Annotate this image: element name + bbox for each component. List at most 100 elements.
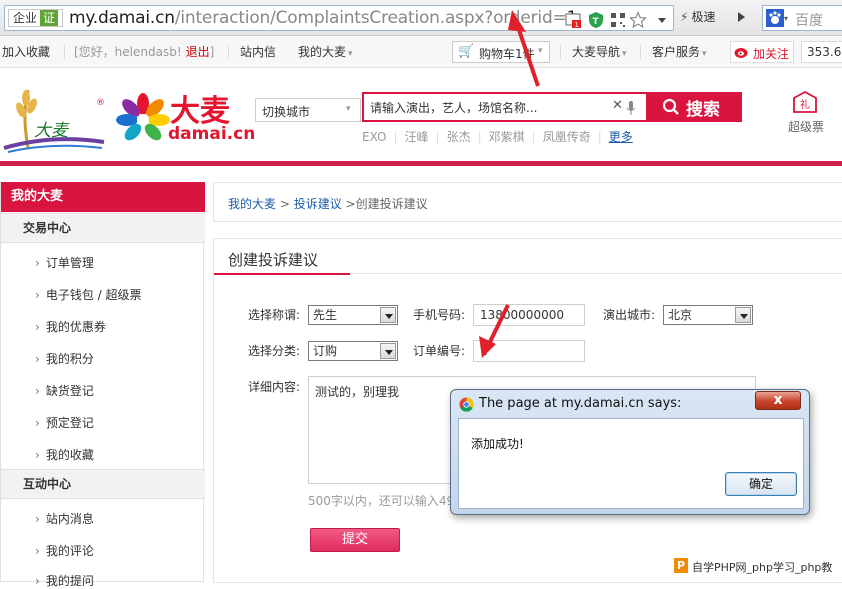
site-header: 大麦 ® 大麦 damai.cn 切换城市 ▾ 请输入演出，艺人，场馆名称...… bbox=[0, 68, 842, 164]
enterprise-cert-badge[interactable]: 企业证 bbox=[8, 9, 64, 27]
browser-search-box[interactable]: ▾ 百度 bbox=[762, 5, 842, 31]
play-forward-icon[interactable] bbox=[733, 9, 749, 25]
close-icon: x bbox=[773, 392, 783, 408]
sidebar-item-points[interactable]: › 我的积分 bbox=[35, 350, 94, 367]
damai-nav-menu[interactable]: 大麦导航 ▾ bbox=[572, 44, 627, 62]
site-top-nav: 加入收藏 [您好，helendasb! 退出] 站内信 我的大麦 ▾ 🛒 购物车1件… bbox=[0, 36, 842, 68]
chevron-right-icon: › bbox=[35, 320, 40, 334]
sidebar-item-messages[interactable]: › 站内消息 bbox=[35, 510, 94, 527]
security-shield-icon[interactable]: T bbox=[587, 11, 605, 29]
breadcrumb: 我的大麦 > 投诉建议 >创建投诉建议 bbox=[213, 182, 842, 222]
chevron-right-icon: › bbox=[35, 416, 40, 430]
chevron-right-icon: › bbox=[35, 256, 40, 270]
site-search-input[interactable]: 请输入演出，艺人，场馆名称... ✕ bbox=[362, 92, 646, 122]
city-switch-dropdown[interactable]: 切换城市 ▾ bbox=[255, 98, 361, 122]
tab-create-complaint[interactable]: 创建投诉建议 bbox=[214, 239, 350, 275]
add-favorite-link[interactable]: 加入收藏 bbox=[2, 44, 50, 60]
microphone-icon[interactable] bbox=[626, 100, 636, 116]
weibo-icon bbox=[734, 48, 748, 58]
phone-label: 手机号码: bbox=[413, 308, 466, 322]
greeting-text: [您好，helendasb! 退出] bbox=[74, 45, 215, 59]
sidebar-title[interactable]: 我的大麦 bbox=[1, 182, 205, 212]
sidebar-item-stockout[interactable]: › 缺货登记 bbox=[35, 382, 94, 399]
divider bbox=[560, 45, 561, 59]
search-engine-dropdown-icon[interactable]: ▾ bbox=[784, 14, 788, 23]
lightning-icon: ⚡ bbox=[680, 10, 689, 24]
divider bbox=[64, 45, 65, 59]
hot-tag[interactable]: 汪峰 bbox=[405, 130, 429, 144]
sidebar-item-reservations[interactable]: › 预定登记 bbox=[35, 414, 94, 431]
speed-mode-button[interactable]: ⚡ 极速 bbox=[672, 6, 728, 28]
star-bookmark-icon[interactable] bbox=[629, 11, 647, 29]
sidebar-item-favorites[interactable]: › 我的收藏 bbox=[35, 446, 94, 463]
search-button[interactable]: 搜索 bbox=[646, 92, 742, 122]
damai-brand-logo[interactable]: 大麦 damai.cn bbox=[116, 92, 255, 146]
logout-link[interactable]: 退出 bbox=[186, 45, 210, 59]
submit-button[interactable]: 提交 bbox=[310, 528, 400, 552]
order-number-field[interactable]: 1 bbox=[473, 340, 585, 362]
cart-icon: 🛒 bbox=[458, 44, 475, 59]
divider bbox=[640, 45, 641, 59]
chevron-down-icon: ▾ bbox=[622, 49, 627, 59]
category-select[interactable]: 订购 bbox=[308, 341, 398, 361]
chevron-down-icon: ▾ bbox=[538, 46, 543, 56]
more-tags-link[interactable]: 更多 bbox=[609, 130, 633, 144]
sidebar-section-interact: 互动中心 bbox=[1, 469, 205, 499]
php-logo-icon: P bbox=[674, 558, 688, 573]
sidebar-item-coupons[interactable]: › 我的优惠券 bbox=[35, 318, 106, 335]
address-bar[interactable]: 企业证 my.damai.cn/interaction/ComplaintsCr… bbox=[4, 5, 674, 31]
hot-tag[interactable]: EXO bbox=[362, 130, 386, 144]
ok-button[interactable]: 确定 bbox=[725, 472, 797, 496]
hot-tag[interactable]: 凤凰传奇 bbox=[543, 130, 591, 144]
chevron-down-icon[interactable] bbox=[653, 11, 671, 29]
alert-dialog: The page at my.damai.cn says: x 添加成功! 确定 bbox=[450, 389, 810, 515]
chevron-right-icon: › bbox=[35, 352, 40, 366]
registered-mark: ® bbox=[96, 98, 105, 108]
url-text[interactable]: my.damai.cn/interaction/ComplaintsCreati… bbox=[69, 8, 577, 28]
flower-logo-icon bbox=[116, 93, 170, 141]
close-button[interactable]: x bbox=[755, 391, 801, 410]
city-label: 演出城市: bbox=[603, 308, 656, 322]
my-damai-menu[interactable]: 我的大麦 ▾ bbox=[298, 44, 353, 62]
chrome-logo-icon bbox=[459, 397, 474, 412]
sidebar-section-trade: 交易中心 bbox=[1, 213, 205, 243]
hot-tag[interactable]: 邓紫棋 bbox=[489, 130, 525, 144]
sidebar-item-orders[interactable]: › 订单管理 bbox=[35, 254, 94, 271]
qr-code-icon[interactable] bbox=[609, 11, 627, 29]
chevron-right-icon: › bbox=[35, 448, 40, 462]
chevron-down-icon: ▾ bbox=[702, 49, 707, 59]
account-sidebar: 我的大麦 交易中心 › 订单管理 › 电子钱包 / 超级票 › 我的优惠券 › 我的积分… bbox=[0, 182, 205, 588]
hot-tag[interactable]: 张杰 bbox=[447, 130, 471, 144]
customer-service-menu[interactable]: 客户服务 ▾ bbox=[652, 44, 707, 62]
mail-alert-icon[interactable]: 1 bbox=[565, 11, 583, 29]
sidebar-item-comments[interactable]: › 我的评论 bbox=[35, 542, 94, 559]
phone-field[interactable]: 13800000000 bbox=[473, 304, 585, 326]
cart-button[interactable]: 🛒 购物车1件 ▾ bbox=[452, 41, 550, 63]
damai-leaf-logo[interactable]: 大麦 bbox=[2, 86, 106, 156]
search-icon bbox=[662, 98, 679, 115]
chevron-down-icon bbox=[380, 307, 396, 323]
order-number-label: 订单编号: bbox=[413, 344, 466, 358]
svg-text:T: T bbox=[593, 17, 600, 27]
dialog-title: The page at my.damai.cn says: bbox=[479, 396, 682, 411]
site-watermark: P 自学PHP网_php学习_php教 bbox=[672, 556, 842, 576]
inbox-link[interactable]: 站内信 bbox=[240, 44, 276, 60]
title-select[interactable]: 先生 bbox=[308, 305, 398, 325]
weibo-follow-button[interactable]: 加关注 bbox=[730, 41, 794, 63]
city-select[interactable]: 北京 bbox=[663, 305, 753, 325]
sidebar-item-questions[interactable]: › 我的提问 bbox=[35, 572, 94, 589]
clear-icon[interactable]: ✕ bbox=[612, 98, 623, 113]
chevron-down-icon bbox=[380, 343, 396, 359]
weibo-follower-count: 353.6 bbox=[801, 41, 842, 63]
header-divider bbox=[0, 161, 842, 166]
chevron-down-icon bbox=[735, 307, 751, 323]
chevron-down-icon: ▾ bbox=[346, 104, 351, 114]
title-label: 选择称谓: bbox=[248, 308, 301, 322]
sidebar-item-wallet[interactable]: › 电子钱包 / 超级票 bbox=[35, 286, 142, 303]
detail-label: 详细内容: bbox=[248, 380, 301, 394]
super-ticket-link[interactable]: 礼 超级票 bbox=[786, 90, 830, 140]
chevron-right-icon: › bbox=[35, 512, 40, 526]
svg-text:1: 1 bbox=[575, 21, 579, 29]
breadcrumb-section-link[interactable]: 投诉建议 bbox=[294, 197, 342, 211]
breadcrumb-home-link[interactable]: 我的大麦 bbox=[228, 197, 276, 211]
